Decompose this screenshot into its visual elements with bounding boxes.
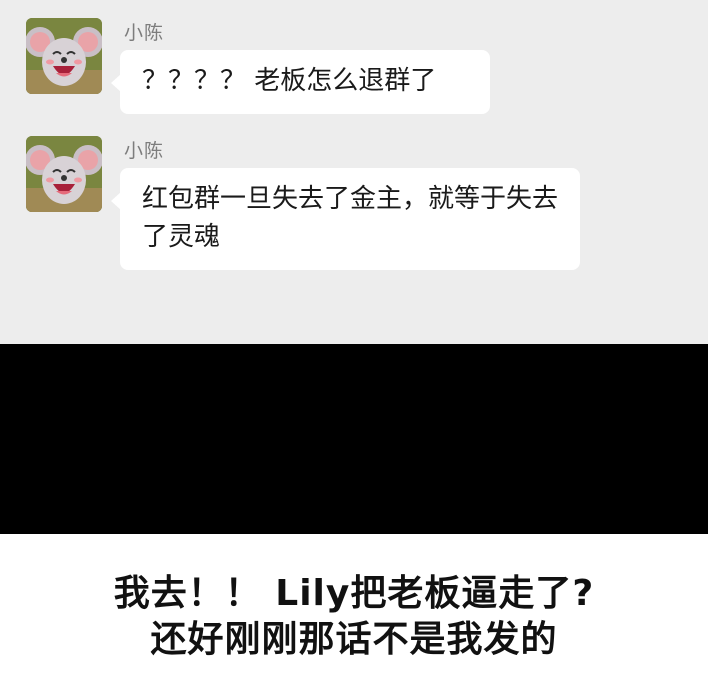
sender-name: 小陈: [124, 22, 165, 44]
black-band: [0, 344, 708, 534]
laughing-mouse-avatar-icon[interactable]: [26, 18, 102, 94]
chat-panel: 小陈 ？？？？ 老板怎么退群了 小陈 红包群一旦失去了金主，就等于失去了灵魂: [0, 0, 708, 344]
message-bubble[interactable]: 红包群一旦失去了金主，就等于失去了灵魂: [111, 168, 580, 270]
message-text: ？？？？ 老板怎么退群了: [142, 66, 437, 96]
caption-line-2: 还好刚刚那话不是我发的: [150, 619, 558, 660]
laughing-mouse-avatar-icon[interactable]: [26, 136, 102, 212]
message-text: 红包群一旦失去了金主，就等于失去了灵魂: [142, 184, 559, 252]
caption: 我去！！ Lily把老板逼走了? 还好刚刚那话不是我发的: [0, 534, 708, 680]
sender-name: 小陈: [124, 140, 165, 162]
message-bubble[interactable]: ？？？？ 老板怎么退群了: [111, 50, 490, 114]
caption-line-1: 我去！！ Lily把老板逼走了?: [113, 573, 595, 614]
